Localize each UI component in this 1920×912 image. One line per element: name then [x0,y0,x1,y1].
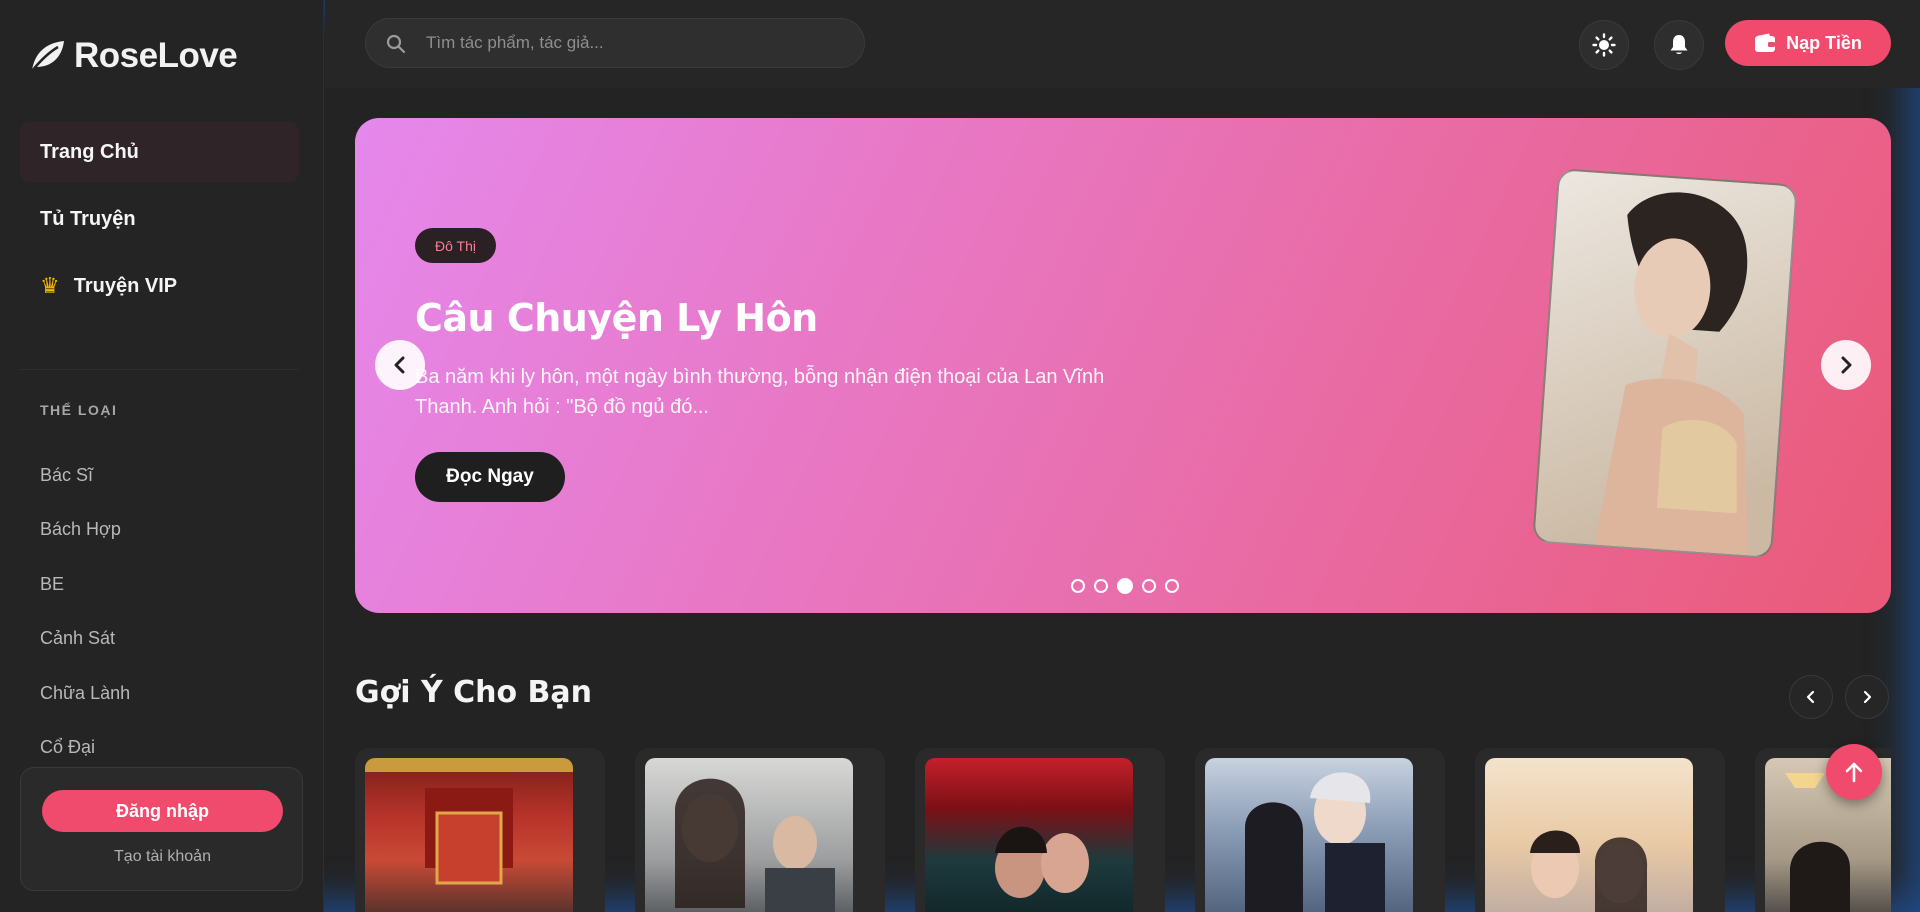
brand-name: RoseLove [74,36,238,75]
search-input[interactable] [426,19,846,67]
logo[interactable]: RoseLove [28,36,238,76]
recommend-next-button[interactable] [1845,675,1889,719]
chevron-left-icon [1806,690,1815,704]
carousel-dot-active[interactable] [1117,578,1133,594]
scroll-to-top-button[interactable] [1826,744,1882,800]
carousel-dots [1071,578,1179,594]
hero-cover-image[interactable] [1532,168,1798,559]
top-bar: Nạp Tiền [325,0,1920,88]
genre-item[interactable]: Bách Hợp [40,503,130,558]
carousel-dot[interactable] [1071,579,1085,593]
topup-label: Nạp Tiền [1786,32,1862,53]
chevron-right-icon [1863,690,1872,704]
nav-item-label: Trang Chủ [40,140,139,163]
story-cover [645,758,853,912]
hero-description: Ba năm khi ly hôn, một ngày bình thường,… [415,366,1105,418]
nav-item-vip[interactable]: ♛ Truyện VIP [20,256,299,316]
section-title: Gợi Ý Cho Bạn [355,675,593,710]
leaf-icon [31,41,64,72]
read-now-button[interactable]: Đọc Ngay [415,452,565,502]
topup-button[interactable]: Nạp Tiền [1725,20,1891,66]
nav-item-label: Truyện VIP [73,274,178,297]
arrow-up-icon [1845,762,1863,783]
notifications-button[interactable] [1654,20,1704,70]
story-card[interactable] [1475,748,1725,912]
nav-item-label: Tủ Truyện [40,207,136,230]
register-link[interactable]: Tạo tài khoản [21,848,304,866]
auth-panel: Đăng nhập Tạo tài khoản [20,767,303,891]
story-cover [365,758,573,912]
bell-icon [1670,35,1688,54]
crown-icon: ♛ [40,273,60,298]
chevron-right-icon [1841,356,1852,374]
story-card[interactable] [1195,748,1445,912]
hero-prev-button[interactable] [375,340,425,390]
nav-item-library[interactable]: Tủ Truyện [20,189,299,249]
nav-item-home[interactable]: Trang Chủ [20,122,299,182]
genre-item[interactable]: Chữa Lành [40,666,130,721]
story-card[interactable] [635,748,885,912]
genre-item[interactable]: Cảnh Sát [40,612,130,667]
search-box [365,18,865,68]
recommend-carousel [355,748,1891,912]
story-card[interactable] [915,748,1165,912]
theme-toggle-button[interactable] [1579,20,1629,70]
story-card[interactable] [355,748,605,912]
story-cover [925,758,1133,912]
genre-list: Bác Sĩ Bách Hợp BE Cảnh Sát Chữa Lành Cổ… [40,448,130,775]
story-cover [1485,758,1693,912]
carousel-dot[interactable] [1142,579,1156,593]
wallet-icon [1755,33,1776,52]
app-window: RoseLove Trang Chủ Tủ Truyện ♛ Truyện VI… [0,0,1920,912]
carousel-dot[interactable] [1094,579,1108,593]
genre-item[interactable]: Bác Sĩ [40,448,130,503]
genre-item[interactable]: BE [40,557,130,612]
story-cover [1205,758,1413,912]
main-nav: Trang Chủ Tủ Truyện ♛ Truyện VIP [20,122,299,323]
genre-badge[interactable]: Đô Thị [415,228,496,263]
search-icon [386,34,406,54]
sidebar: RoseLove Trang Chủ Tủ Truyện ♛ Truyện VI… [0,0,324,912]
recommend-prev-button[interactable] [1789,675,1833,719]
login-button[interactable]: Đăng nhập [42,790,283,832]
hero-next-button[interactable] [1821,340,1871,390]
portrait-illustration [1534,170,1798,559]
carousel-dot[interactable] [1165,579,1179,593]
chevron-left-icon [394,356,405,374]
hero-carousel: Đô Thị Câu Chuyện Ly Hôn Ba năm khi ly h… [355,118,1891,613]
sidebar-divider [20,369,299,370]
sun-icon [1592,33,1616,57]
hero-title: Câu Chuyện Ly Hôn [415,296,818,340]
genre-section-title: THỂ LOẠI [40,402,118,418]
